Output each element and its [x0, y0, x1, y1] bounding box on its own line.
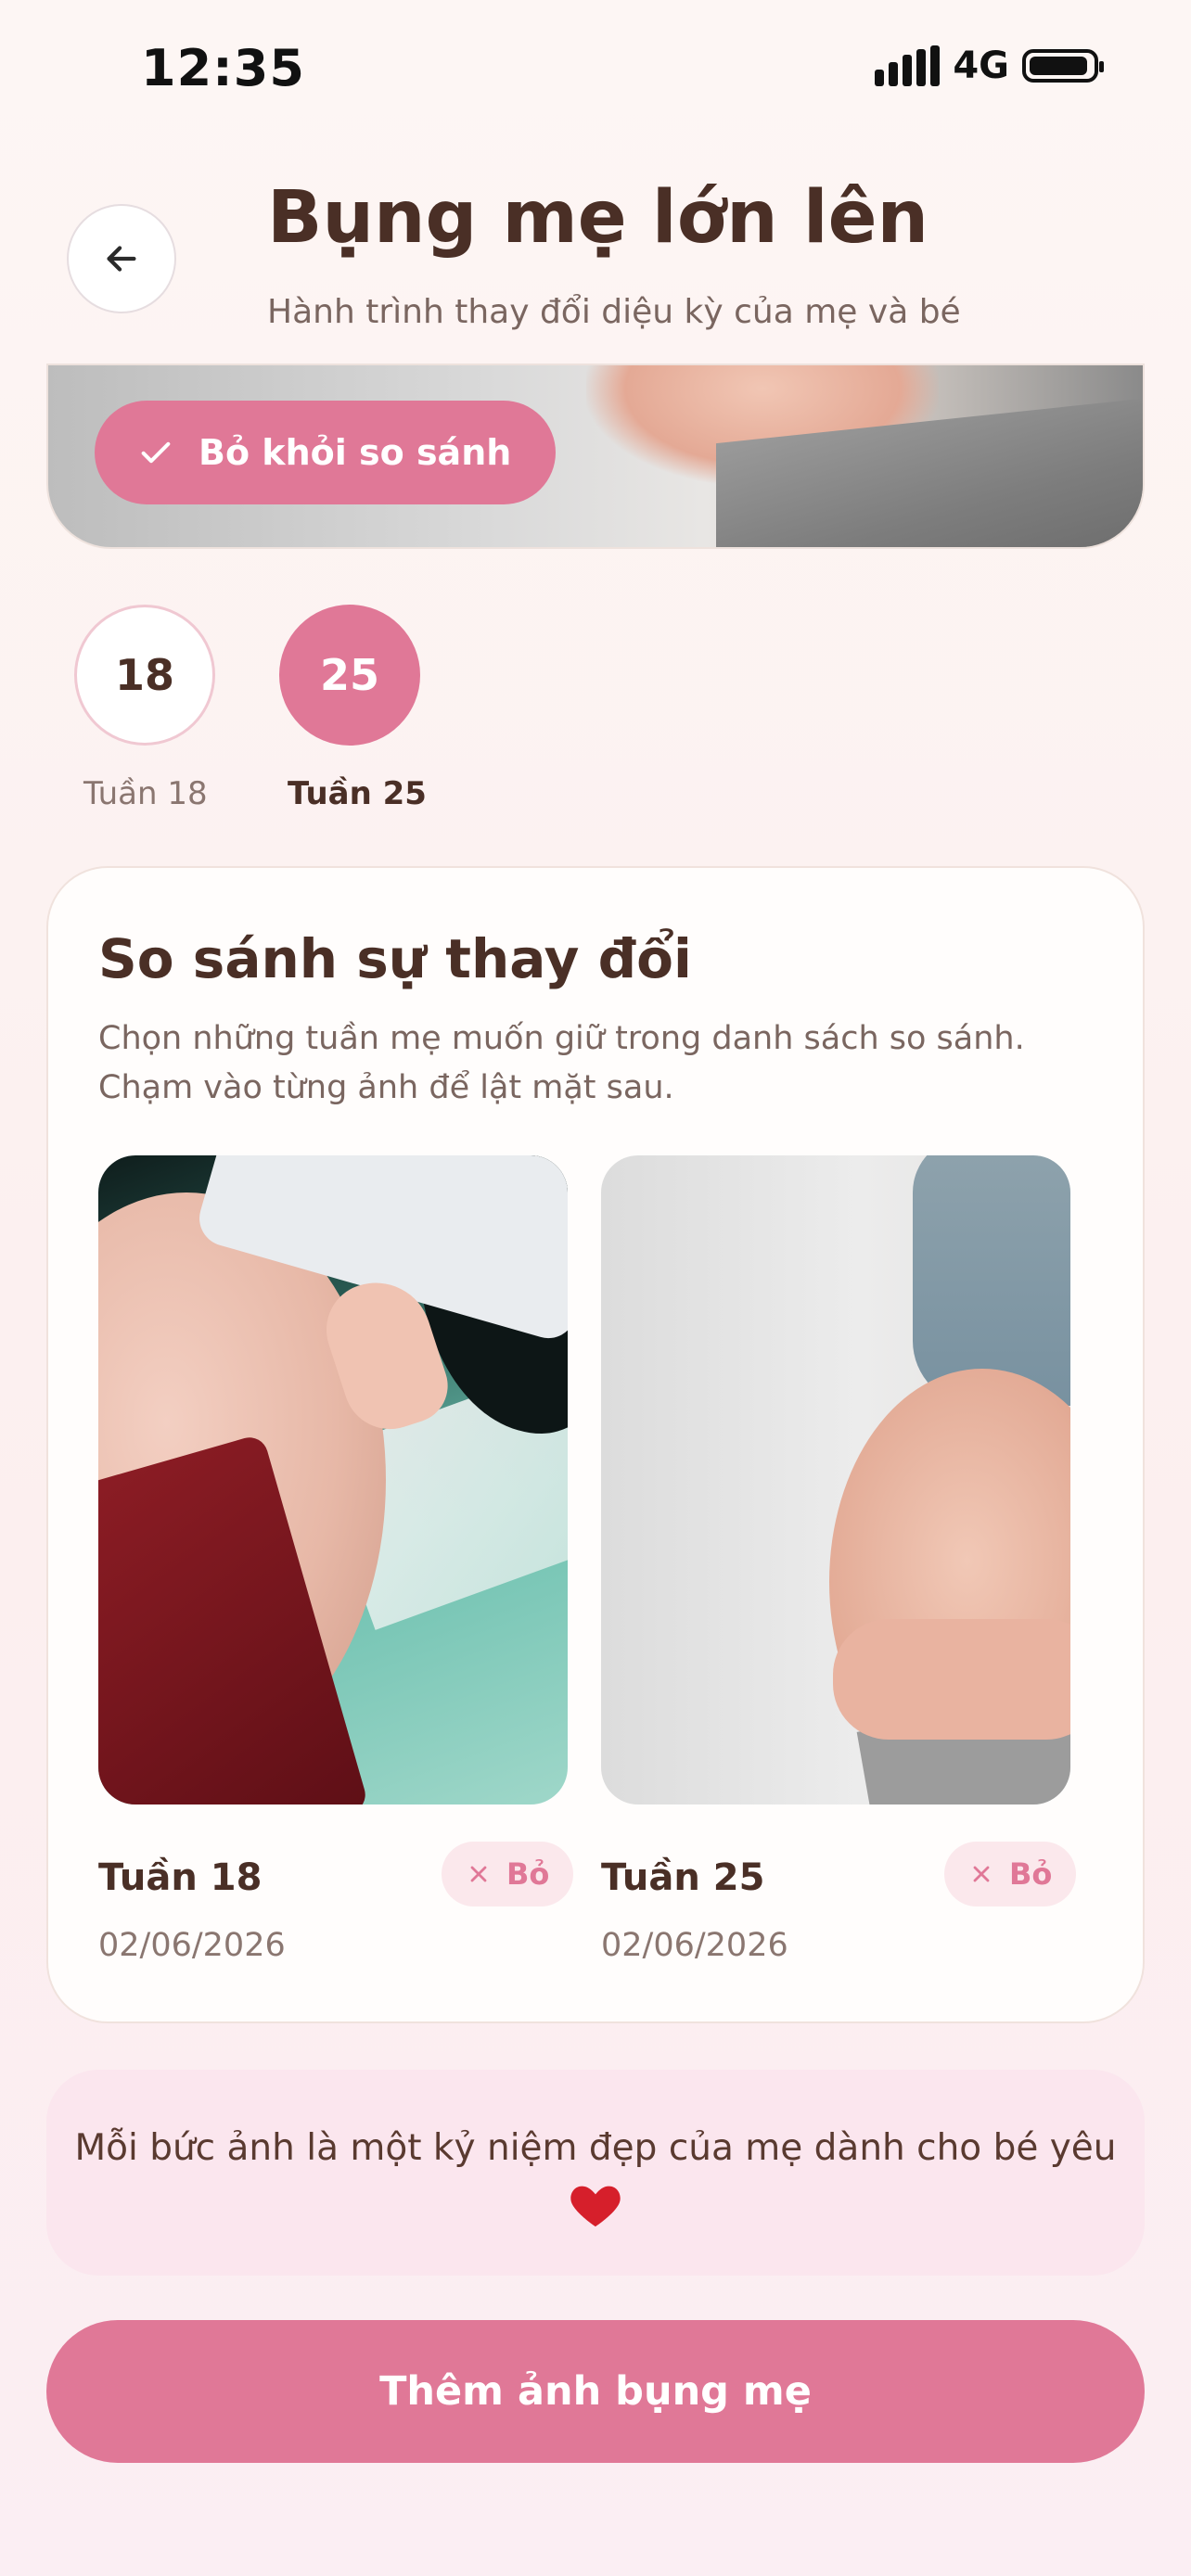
status-time: 12:35: [141, 39, 305, 97]
check-icon: [141, 441, 171, 464]
add-belly-photo-button[interactable]: Thêm ảnh bụng mẹ: [46, 2320, 1145, 2463]
network-type: 4G: [953, 45, 1009, 87]
week-chip-25[interactable]: 25: [279, 605, 420, 746]
week-chip-18[interactable]: 18: [74, 605, 215, 746]
add-belly-photo-label: Thêm ảnh bụng mẹ: [379, 2368, 812, 2415]
compare-title: So sánh sự thay đổi: [98, 927, 692, 990]
memory-note-text: Mỗi bức ảnh là một kỷ niệm đẹp của mẹ dà…: [74, 2127, 1117, 2169]
memory-note: Mỗi bức ảnh là một kỷ niệm đẹp của mẹ dà…: [46, 2070, 1145, 2276]
photo-date: 02/06/2026: [98, 1927, 286, 1964]
back-button[interactable]: [67, 204, 176, 313]
photo-detail: [833, 1619, 1070, 1740]
featured-photo[interactable]: Bỏ khỏi so sánh: [46, 363, 1145, 549]
signal-bars-icon: [875, 45, 941, 86]
page-subtitle: Hành trình thay đổi diệu kỳ của mẹ và bé: [267, 293, 961, 331]
close-icon: [973, 1866, 990, 1882]
remove-photo-button[interactable]: Bỏ: [944, 1842, 1077, 1906]
compare-description: Chọn những tuần mẹ muốn giữ trong danh s…: [98, 1020, 1025, 1106]
status-icons: 4G: [875, 45, 1104, 87]
close-icon: [470, 1866, 487, 1882]
remove-photo-label: Bỏ: [1009, 1856, 1053, 1892]
week-label-25: Tuần 25: [288, 775, 427, 812]
compare-card: So sánh sự thay đổi Chọn những tuần mẹ m…: [46, 866, 1145, 2023]
battery-icon: [1022, 49, 1104, 83]
remove-from-compare-label: Bỏ khỏi so sánh: [198, 432, 512, 473]
heart-icon: [570, 2186, 621, 2227]
week-label-18: Tuần 18: [83, 775, 208, 812]
remove-photo-button[interactable]: Bỏ: [442, 1842, 574, 1906]
photo-week-label: Tuần 25: [601, 1856, 765, 1899]
compare-photo-week-25[interactable]: [601, 1155, 1070, 1804]
photo-week-label: Tuần 18: [98, 1856, 263, 1899]
photo-date: 02/06/2026: [601, 1927, 788, 1964]
remove-from-compare-button[interactable]: Bỏ khỏi so sánh: [95, 401, 557, 504]
arrow-left-icon: [107, 246, 136, 272]
remove-photo-label: Bỏ: [506, 1856, 550, 1892]
page-title: Bụng mẹ lớn lên: [267, 176, 929, 260]
compare-photo-week-18[interactable]: [98, 1155, 568, 1804]
